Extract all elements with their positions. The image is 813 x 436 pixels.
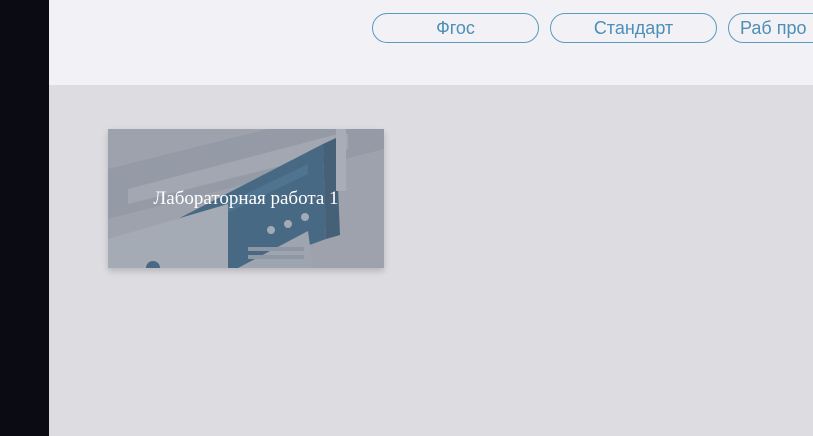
card-title: Лабораторная работа 1 [153, 188, 339, 209]
nav-button-standart[interactable]: Стандарт [550, 13, 717, 43]
lab-work-card[interactable]: Лабораторная работа 1 [108, 129, 384, 268]
main-content: Лабораторная работа 1 [49, 85, 813, 436]
header-bar: Фгос Стандарт Раб про [49, 0, 813, 85]
nav-button-rab-pro[interactable]: Раб про [728, 13, 813, 43]
left-sidebar [0, 0, 49, 436]
nav-button-fgos[interactable]: Фгос [372, 13, 539, 43]
